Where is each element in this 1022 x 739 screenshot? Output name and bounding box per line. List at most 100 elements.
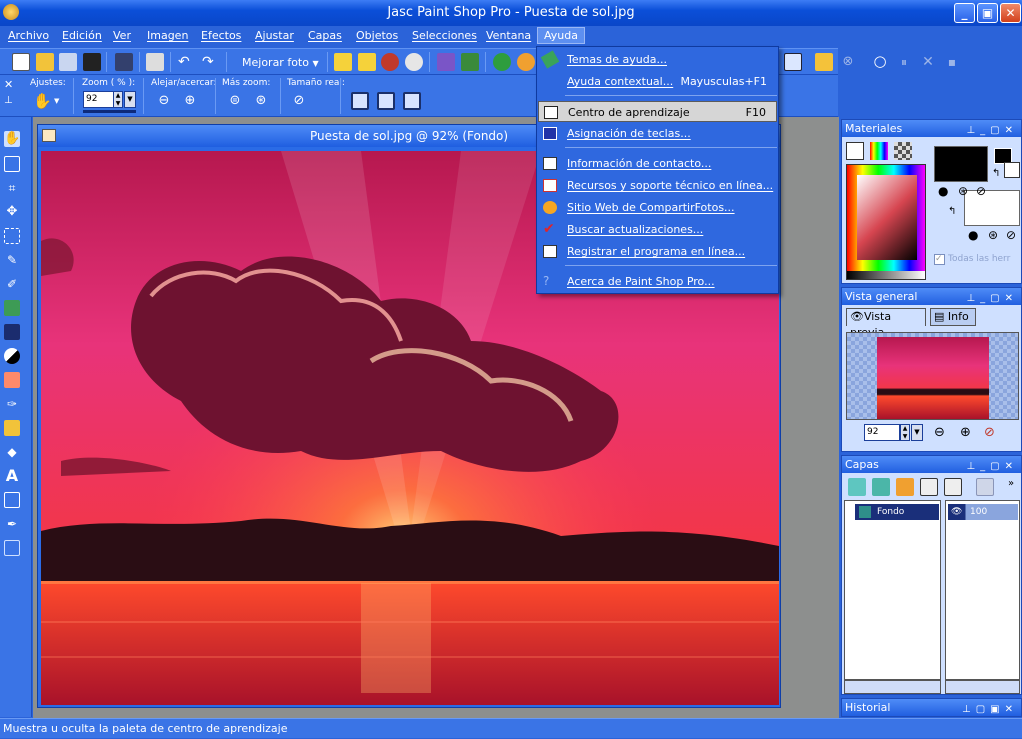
scratch-remover-icon[interactable] xyxy=(4,324,20,340)
tab-info[interactable]: ▤ Info xyxy=(930,308,976,326)
materials-header[interactable]: Materiales ⊥_▢✕ xyxy=(842,120,1021,137)
marquee-tool-icon[interactable] xyxy=(4,228,20,244)
pan-preset-icon[interactable]: ✋ xyxy=(33,92,52,110)
save-script-icon[interactable]: ▪ xyxy=(943,53,961,71)
menu-ayuda[interactable]: Ayuda xyxy=(537,27,585,44)
color-picker[interactable] xyxy=(846,164,926,280)
new-mask-layer-icon[interactable] xyxy=(896,478,914,496)
swap-colors-icon[interactable]: ↰ xyxy=(992,168,1000,179)
layer-opacity-row[interactable]: 👁 100 xyxy=(948,504,1018,520)
layer-row-fondo[interactable]: Fondo xyxy=(855,504,939,520)
layers-header[interactable]: Capas ⊥_▢✕ xyxy=(842,456,1021,473)
materials-tab-swatches[interactable] xyxy=(894,142,912,160)
menu-item-context-help[interactable]: Ayuda contextual... Mayusculas+F1 xyxy=(538,71,777,92)
layers-list[interactable]: Fondo xyxy=(844,500,941,680)
overview-zoom-input[interactable]: 92 xyxy=(864,424,900,441)
script-run-icon[interactable] xyxy=(815,53,833,71)
close-icon[interactable]: ✕ xyxy=(4,78,13,91)
bg-transparent-icon[interactable]: ⊘ xyxy=(1006,228,1016,242)
menu-ver[interactable]: Ver xyxy=(113,29,131,42)
close-button[interactable]: ✕ xyxy=(1000,3,1021,23)
pen-tool-icon[interactable]: ✒ xyxy=(4,516,20,532)
minimize-button[interactable]: _ xyxy=(954,3,975,23)
picture-tube-icon[interactable]: ◆ xyxy=(4,444,20,460)
portrait-icon[interactable] xyxy=(437,53,455,71)
fullscreen-icon[interactable] xyxy=(403,92,421,110)
new-vector-layer-icon[interactable] xyxy=(872,478,890,496)
maximize-button[interactable]: ▣ xyxy=(977,3,998,23)
dropper-tool-icon[interactable]: ✎ xyxy=(4,252,20,268)
layer-properties-icon[interactable] xyxy=(920,478,938,496)
bg-texture-icon[interactable]: ⊛ xyxy=(988,228,998,242)
pin-icon[interactable]: ⊥ xyxy=(4,95,13,106)
delete-layer-icon[interactable] xyxy=(976,478,994,496)
foreground-swatch[interactable] xyxy=(934,146,988,182)
overview-thumbnail-area[interactable] xyxy=(846,332,1019,420)
palette-controls-icon[interactable]: ⊥_▢✕ xyxy=(966,122,1018,139)
overview-actual-size-icon[interactable]: ⊘ xyxy=(984,425,995,440)
record-icon[interactable]: ○ xyxy=(871,53,889,71)
overview-zoom-dropdown[interactable]: ▼ xyxy=(911,424,923,441)
preset-dropdown-icon[interactable]: ▼ xyxy=(54,97,59,105)
overview-thumbnail[interactable] xyxy=(877,337,989,419)
zoom-slider[interactable] xyxy=(83,110,136,113)
swap-materials-icon[interactable]: ↰ xyxy=(948,206,956,217)
smudge-tool-icon[interactable]: ✑ xyxy=(4,396,20,412)
menu-objetos[interactable]: Objetos xyxy=(356,29,398,42)
print-icon[interactable] xyxy=(146,53,164,71)
clone-tool-icon[interactable] xyxy=(4,300,20,316)
stop-icon[interactable]: ⊗ xyxy=(839,53,857,71)
move-tool-icon[interactable]: ✥ xyxy=(4,204,20,220)
menu-item-register-online[interactable]: Registrar el programa en línea... xyxy=(538,241,777,262)
pan-tool-icon[interactable]: ✋ xyxy=(4,131,20,147)
menu-edicion[interactable]: Edición xyxy=(62,29,102,42)
learning-center-toolbar-icon[interactable] xyxy=(784,53,802,71)
fit-window-icon[interactable] xyxy=(351,92,369,110)
palette-controls-icon[interactable]: ⊥_▢✕ xyxy=(966,458,1018,475)
redo-icon[interactable]: ↷ xyxy=(202,53,220,71)
brush-tool-icon[interactable]: ✐ xyxy=(4,276,20,292)
menu-selecciones[interactable]: Selecciones xyxy=(412,29,477,42)
tab-preview[interactable]: 👁Vista previa xyxy=(846,308,926,339)
warp-tool-icon[interactable] xyxy=(4,540,20,556)
zoom-dropdown[interactable]: ▼ xyxy=(124,91,136,108)
menu-ventana[interactable]: Ventana xyxy=(486,29,531,42)
overview-zoom-in-icon[interactable]: ⊕ xyxy=(960,425,971,440)
palette-controls-icon[interactable]: ⊥_▢✕ xyxy=(966,290,1018,307)
auto-fix-icon[interactable] xyxy=(334,53,352,71)
menu-capas[interactable]: Capas xyxy=(308,29,342,42)
menu-item-online-support[interactable]: Recursos y soporte técnico en línea... xyxy=(538,175,777,196)
history-header[interactable]: Historial ⊥▢▣✕ xyxy=(842,699,1021,716)
scan-icon[interactable] xyxy=(83,53,101,71)
zoom-stepper[interactable]: ▲ ▼ xyxy=(113,91,123,108)
dodge-tool-icon[interactable] xyxy=(4,348,20,364)
app-icon[interactable] xyxy=(3,4,19,20)
menu-item-help-topics[interactable]: Temas de ayuda... xyxy=(538,49,777,70)
bg-style-solid-icon[interactable]: ● xyxy=(968,228,978,242)
menu-item-learning-center[interactable]: Centro de aprendizaje F10 xyxy=(538,101,777,122)
mini-background-swatch[interactable] xyxy=(1004,162,1020,178)
enhance-photo-button[interactable]: Mejorar foto ▼ xyxy=(232,53,324,72)
zoom-out-icon[interactable]: ⊖ xyxy=(155,92,173,110)
fit-image-icon[interactable] xyxy=(377,92,395,110)
group-icon[interactable] xyxy=(461,53,479,71)
menu-item-contact-info[interactable]: Información de contacto... xyxy=(538,153,777,174)
fill-tool-icon[interactable] xyxy=(4,420,20,436)
browse-icon[interactable] xyxy=(59,53,77,71)
layers-scrollbar-left[interactable] xyxy=(844,680,941,694)
text-tool-icon[interactable]: A xyxy=(4,468,20,484)
pause-icon[interactable]: ⏸ xyxy=(895,53,913,71)
menu-item-check-updates[interactable]: ✔ Buscar actualizaciones... xyxy=(538,219,777,240)
menu-item-share-photos-site[interactable]: Sitio Web de CompartirFotos... xyxy=(538,197,777,218)
actual-size-icon[interactable]: ⊘ xyxy=(290,92,308,110)
menu-archivo[interactable]: Archivo xyxy=(8,29,49,42)
materials-tab-frame[interactable] xyxy=(846,142,864,160)
overview-header[interactable]: Vista general ⊥_▢✕ xyxy=(842,288,1021,305)
zoom-in-icon[interactable]: ⊕ xyxy=(181,92,199,110)
menu-ajustar[interactable]: Ajustar xyxy=(255,29,294,42)
new-raster-layer-icon[interactable] xyxy=(848,478,866,496)
eraser-tool-icon[interactable] xyxy=(4,372,20,388)
menu-imagen[interactable]: Imagen xyxy=(147,29,188,42)
selection-tool-icon[interactable] xyxy=(4,156,20,172)
materials-tab-rainbow[interactable] xyxy=(870,142,888,160)
